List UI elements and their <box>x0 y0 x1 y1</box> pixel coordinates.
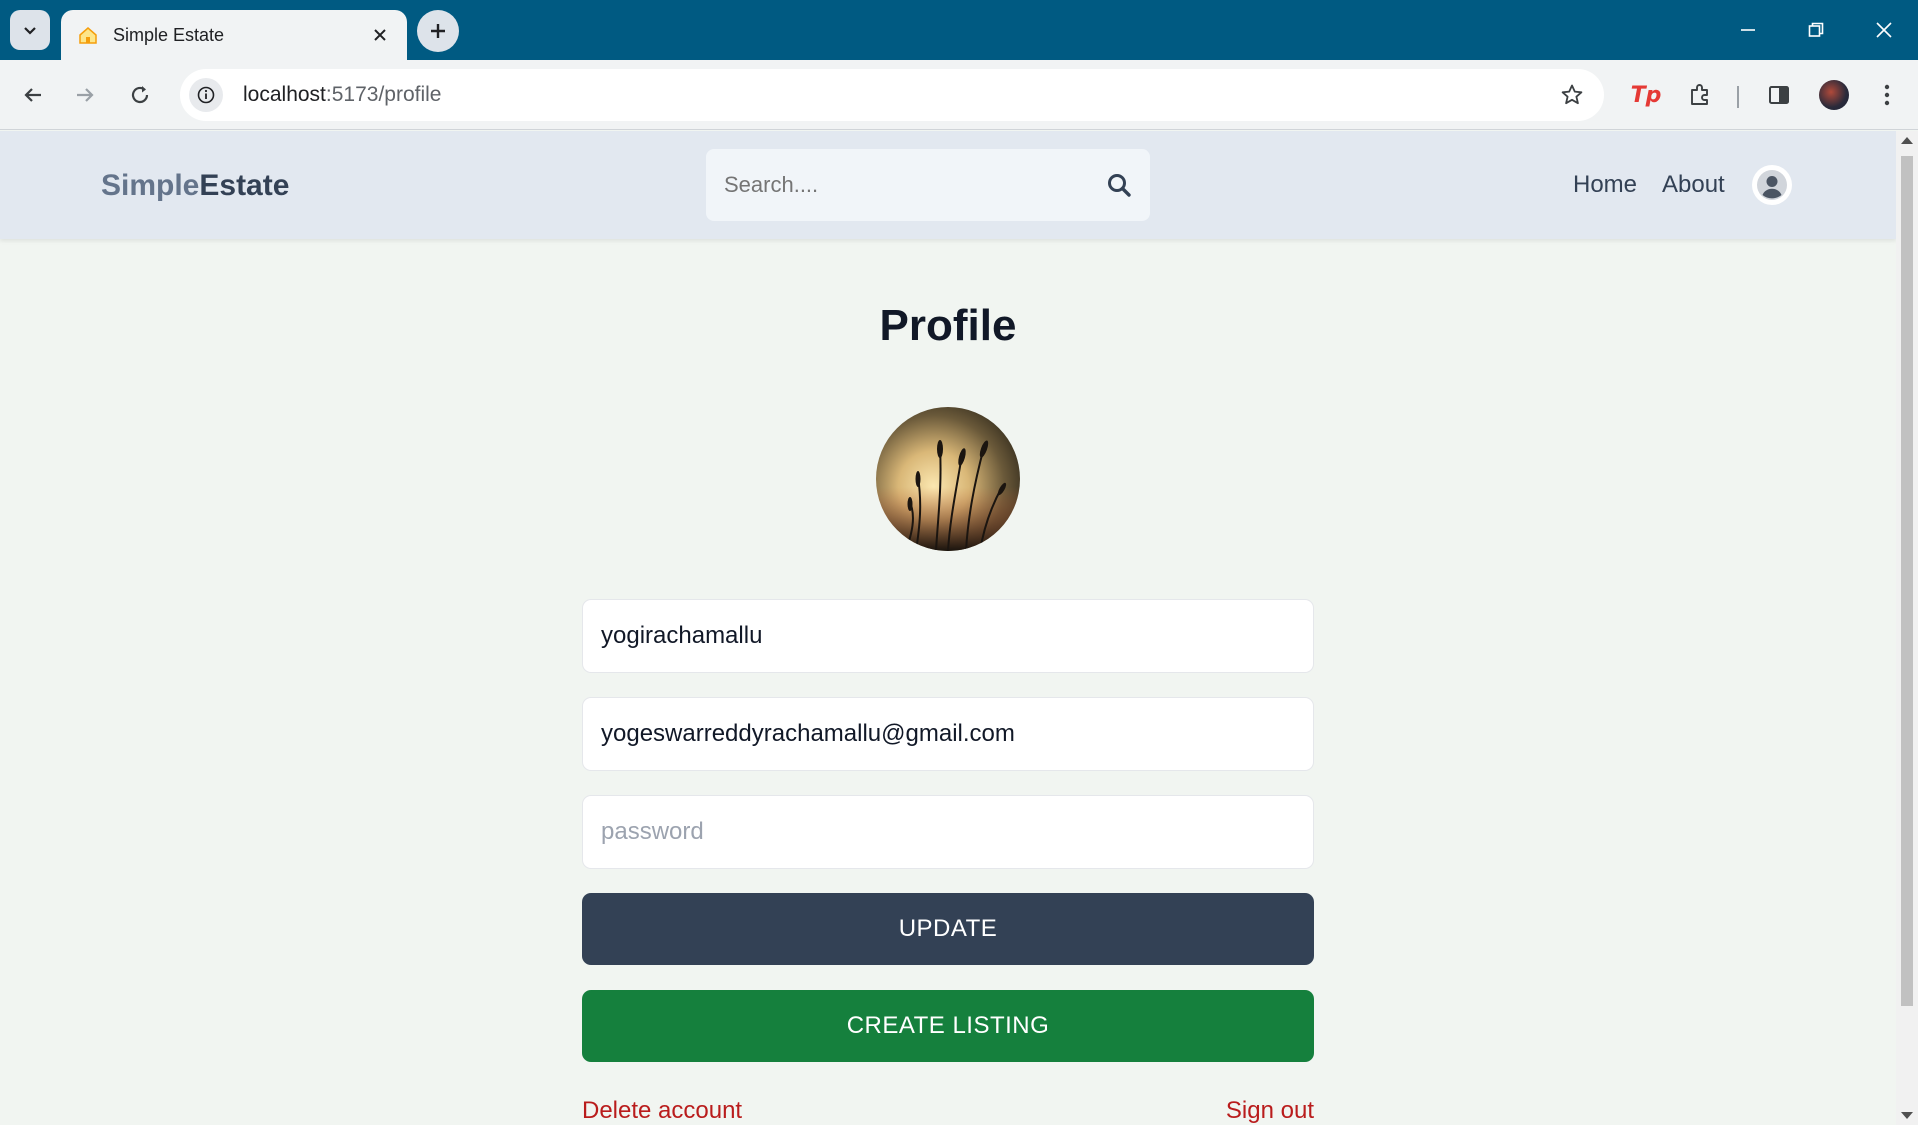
address-bar[interactable]: localhost:5173/profile <box>180 69 1604 121</box>
site-header: SimpleEstate Home About <box>0 131 1896 239</box>
page-title: Profile <box>879 301 1017 350</box>
site-info-button[interactable] <box>189 78 223 112</box>
minimize-icon <box>1741 29 1755 31</box>
extensions-button[interactable] <box>1681 76 1719 114</box>
browser-toolbar: localhost:5173/profile Tp <box>0 60 1918 130</box>
update-button[interactable]: UPDATE <box>582 893 1314 965</box>
tp-extension-icon: Tp <box>1630 82 1662 108</box>
email-field[interactable] <box>582 697 1314 771</box>
browser-tab-bar: Simple Estate <box>0 0 1918 60</box>
new-tab-button[interactable] <box>417 10 459 52</box>
menu-icon <box>1884 84 1890 106</box>
password-field[interactable] <box>582 795 1314 869</box>
side-panel-icon <box>1769 86 1789 104</box>
browser-menu-button[interactable] <box>1868 76 1906 114</box>
url-text: localhost:5173/profile <box>243 83 441 107</box>
browser-tab[interactable]: Simple Estate <box>61 10 407 60</box>
house-favicon-icon <box>79 27 97 44</box>
logo-simple: Simple <box>101 169 200 202</box>
close-icon <box>374 29 386 41</box>
extensions-icon <box>1691 84 1708 105</box>
site-logo[interactable]: SimpleEstate <box>101 169 289 203</box>
delete-account-link[interactable]: Delete account <box>582 1097 742 1125</box>
minimize-button[interactable] <box>1722 10 1774 50</box>
chevron-down-icon <box>24 27 36 35</box>
forward-button[interactable] <box>64 74 106 116</box>
restore-icon <box>1808 22 1824 37</box>
create-listing-button[interactable]: CREATE LISTING <box>582 990 1314 1062</box>
back-icon <box>24 88 41 102</box>
sign-out-link[interactable]: Sign out <box>1226 1097 1314 1125</box>
profile-photo[interactable] <box>876 407 1020 551</box>
star-icon <box>1561 84 1583 105</box>
page-viewport: SimpleEstate Home About Profile <box>0 131 1896 1125</box>
info-icon <box>197 86 215 104</box>
side-panel-button[interactable] <box>1760 76 1798 114</box>
browser-profile-avatar <box>1819 80 1849 110</box>
plus-icon <box>431 24 445 38</box>
tp-extension-button[interactable]: Tp <box>1627 76 1665 114</box>
user-icon <box>1757 170 1787 200</box>
tab-title: Simple Estate <box>113 24 225 45</box>
search-icon[interactable] <box>1106 172 1132 198</box>
reload-icon <box>131 86 149 104</box>
page-scrollbar[interactable] <box>1896 131 1918 1125</box>
profile-button[interactable] <box>1815 76 1853 114</box>
scroll-down-arrow[interactable] <box>1901 1112 1913 1119</box>
logo-estate: Estate <box>199 169 290 202</box>
scroll-up-arrow[interactable] <box>1901 137 1913 144</box>
search-bar <box>706 149 1150 221</box>
url-path: :5173/profile <box>325 83 442 106</box>
search-input[interactable] <box>724 172 1106 198</box>
url-host: localhost <box>243 83 326 106</box>
nav-about-link[interactable]: About <box>1662 171 1725 199</box>
bookmark-button[interactable] <box>1558 81 1586 109</box>
tab-search-button[interactable] <box>10 10 50 50</box>
restore-button[interactable] <box>1790 10 1842 50</box>
toolbar-separator <box>1737 86 1739 108</box>
forward-icon <box>77 88 94 102</box>
close-window-button[interactable] <box>1858 10 1910 50</box>
tab-close-button[interactable] <box>369 24 391 46</box>
reload-button[interactable] <box>119 74 161 116</box>
nav-home-link[interactable]: Home <box>1573 171 1637 199</box>
profile-photo-image <box>876 407 1020 551</box>
user-avatar[interactable] <box>1752 165 1792 205</box>
username-field[interactable] <box>582 599 1314 673</box>
close-icon <box>1876 22 1892 38</box>
scroll-thumb[interactable] <box>1901 156 1913 1006</box>
back-button[interactable] <box>12 74 54 116</box>
